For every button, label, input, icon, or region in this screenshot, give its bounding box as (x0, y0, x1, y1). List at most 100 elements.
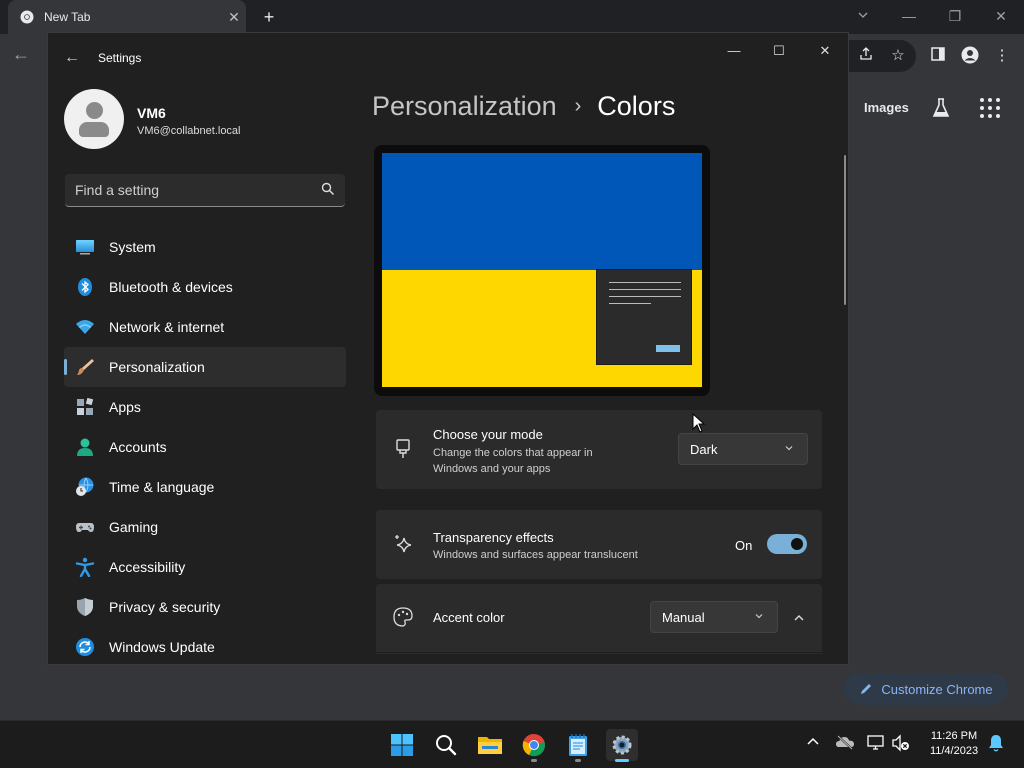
mode-dropdown[interactable]: Dark (678, 433, 808, 465)
chevron-down-icon (785, 446, 793, 451)
system-icon (76, 240, 94, 255)
wallpaper-blue-band (382, 153, 702, 270)
labs-flask-icon[interactable] (931, 97, 951, 124)
settings-titlebar[interactable]: ← Settings — ☐ ✕ (48, 33, 848, 83)
breadcrumb-parent[interactable]: Personalization (372, 91, 557, 122)
file-explorer-icon (478, 737, 502, 754)
shield-icon (77, 598, 93, 616)
chrome-tab[interactable]: New Tab ✕ (8, 0, 246, 34)
nav-label-windows-update: Windows Update (109, 639, 215, 655)
settings-icon (612, 735, 632, 755)
globe-clock-icon (76, 477, 94, 496)
nav-label-network: Network & internet (109, 319, 225, 335)
taskbar-clock[interactable]: 11:26 PM 11/4/2023 (918, 729, 990, 759)
wifi-icon (76, 320, 94, 334)
bluetooth-icon (78, 278, 92, 296)
find-setting-search[interactable] (65, 174, 345, 207)
tab-close-icon[interactable]: ✕ (222, 9, 246, 26)
network-display-icon[interactable] (866, 734, 886, 754)
google-apps-icon[interactable] (980, 98, 1000, 118)
volume-muted-icon[interactable] (891, 734, 911, 754)
tab-title: New Tab (44, 10, 91, 24)
mode-card: Choose your mode Change the colors that … (376, 410, 822, 489)
taskbar-notepad[interactable] (562, 729, 594, 762)
search-input[interactable] (75, 181, 305, 199)
search-icon[interactable] (321, 182, 335, 196)
nav-item-gaming[interactable]: Gaming (64, 507, 346, 547)
chrome-minimize-icon[interactable]: — (897, 6, 921, 26)
nav-item-system[interactable]: System (64, 227, 346, 267)
mode-desc-line2: Windows and your apps (433, 463, 551, 475)
nav-item-time-language[interactable]: Time & language (64, 467, 346, 507)
mouse-cursor-icon (692, 413, 706, 433)
page-title: Colors (597, 91, 676, 121)
nav-item-windows-update[interactable]: Windows Update (64, 627, 346, 664)
taskbar-settings[interactable] (606, 729, 638, 762)
minimize-icon[interactable]: — (722, 41, 746, 61)
transparency-toggle[interactable] (767, 534, 807, 554)
onedrive-offline-icon[interactable] (835, 734, 855, 754)
nav-label-accessibility: Accessibility (109, 559, 186, 575)
brush-icon (77, 359, 94, 375)
nav-item-personalization[interactable]: Personalization (64, 347, 346, 387)
nav-item-bluetooth[interactable]: Bluetooth & devices (64, 267, 346, 307)
customize-chrome-button[interactable]: Customize Chrome (844, 673, 1008, 705)
mode-title: Choose your mode (433, 427, 543, 442)
scrollbar[interactable] (844, 155, 846, 305)
taskbar-search-button[interactable] (430, 729, 462, 761)
nav-label-system: System (109, 239, 156, 255)
profile-email: VM6@collabnet.local (137, 125, 241, 137)
chrome-restore-icon[interactable]: ❐ (943, 6, 967, 26)
update-icon (76, 638, 94, 656)
nav-item-accounts[interactable]: Accounts (64, 427, 346, 467)
notepad-icon (569, 734, 587, 756)
mode-desc-line1: Change the colors that appear in (433, 447, 593, 459)
close-icon[interactable]: ✕ (813, 41, 837, 61)
nav-item-apps[interactable]: Apps (64, 387, 346, 427)
nav-item-network[interactable]: Network & internet (64, 307, 346, 347)
accessibility-icon (75, 557, 95, 577)
clock-time: 11:26 PM (930, 730, 978, 742)
maximize-icon[interactable]: ☐ (767, 41, 791, 61)
nav-label-gaming: Gaming (109, 519, 159, 535)
nav-item-accessibility[interactable]: Accessibility (64, 547, 346, 587)
palette-icon (393, 607, 413, 627)
profile-icon[interactable] (959, 46, 981, 66)
share-icon[interactable] (855, 46, 877, 66)
taskbar-chrome[interactable] (518, 729, 550, 762)
chrome-back-icon[interactable]: ← (12, 44, 32, 65)
chrome-icon (522, 733, 545, 757)
side-panel-icon[interactable] (927, 46, 949, 66)
nav-label-personalization: Personalization (109, 359, 205, 375)
profile-name: VM6 (137, 105, 166, 121)
clock-date: 11/4/2023 (929, 745, 979, 757)
taskbar-file-explorer[interactable] (474, 729, 506, 761)
breadcrumb-separator: › (574, 95, 582, 117)
accent-dropdown[interactable]: Manual (650, 601, 778, 633)
tray-overflow-chevron-icon[interactable] (803, 734, 823, 754)
accent-divider (376, 652, 822, 653)
nav-item-privacy[interactable]: Privacy & security (64, 587, 346, 627)
accent-card: Accent color Manual (376, 584, 822, 654)
bookmark-star-icon[interactable]: ☆ (887, 46, 909, 66)
nav-label-privacy: Privacy & security (109, 599, 221, 615)
apps-icon (77, 397, 94, 415)
images-link[interactable]: Images (864, 100, 909, 115)
accent-title: Accent color (433, 610, 505, 625)
accounts-icon (77, 438, 93, 456)
chrome-menu-icon[interactable]: ⋮ (991, 46, 1013, 66)
avatar[interactable] (64, 89, 124, 149)
transparency-card: Transparency effects Windows and surface… (376, 510, 822, 579)
theme-preview (374, 145, 710, 396)
tab-search-chevron-icon[interactable] (851, 6, 875, 26)
settings-back-icon[interactable]: ← (64, 49, 80, 67)
notification-bell-icon[interactable] (986, 734, 1006, 754)
chrome-close-icon[interactable]: ✕ (989, 6, 1013, 26)
preview-window (596, 269, 692, 365)
chevron-up-icon[interactable] (792, 611, 806, 625)
accent-value: Manual (662, 609, 705, 625)
new-tab-button[interactable]: + (258, 6, 280, 28)
settings-nav: System Bluetooth & devices Network & int… (64, 227, 346, 664)
start-button[interactable] (386, 729, 418, 761)
preview-accent-button (656, 345, 680, 352)
